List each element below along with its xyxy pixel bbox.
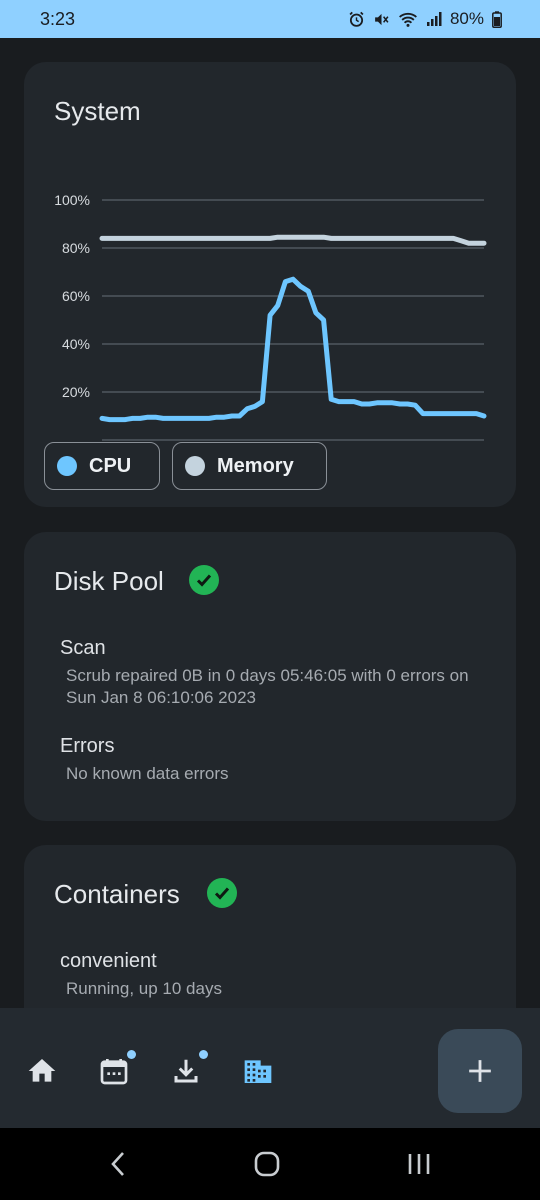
y-tick-label: 20%	[62, 384, 90, 400]
calendar-badge	[127, 1050, 136, 1059]
containers-ok-check-icon	[207, 878, 237, 908]
containers-title: Containers	[54, 879, 180, 909]
nav-calendar-button[interactable]	[94, 1050, 136, 1091]
signal-icon	[426, 12, 442, 26]
bottom-navigation	[0, 1008, 540, 1128]
status-icons: 80%	[348, 9, 502, 29]
system-card: System 100% 80% 60% 40% 20% CPU Memory	[24, 62, 516, 507]
containers-card[interactable]: Containers convenient Running, up 10 day…	[24, 845, 516, 1008]
cpu-series-line	[99, 276, 487, 423]
system-usage-chart: 100% 80% 60% 40% 20%	[54, 192, 487, 441]
download-icon	[174, 1059, 198, 1083]
y-tick-label: 100%	[54, 192, 90, 208]
scan-label: Scan	[60, 637, 106, 659]
y-tick-label: 80%	[62, 240, 90, 256]
system-back-button[interactable]	[98, 1148, 138, 1180]
download-badge	[199, 1050, 208, 1059]
cpu-color-dot	[57, 456, 77, 476]
container-name: convenient	[60, 950, 157, 972]
errors-label: Errors	[60, 735, 115, 757]
wifi-icon	[399, 12, 417, 27]
system-recents-button[interactable]	[399, 1148, 439, 1180]
nav-apps-button[interactable]	[238, 1051, 278, 1091]
status-bar: 3:23 80%	[0, 0, 540, 38]
errors-text: No known data errors	[66, 764, 229, 783]
y-tick-label: 40%	[62, 336, 90, 352]
scan-text: Scrub repaired 0B in 0 days 05:46:05 wit…	[66, 666, 469, 707]
battery-percent: 80%	[449, 9, 484, 28]
home-circle-icon	[254, 1151, 280, 1177]
plus-icon	[469, 1060, 491, 1082]
status-time: 3:23	[40, 8, 76, 29]
disk-pool-card[interactable]: Disk Pool Scan Scrub repaired 0B in 0 da…	[24, 532, 516, 821]
nav-home-button[interactable]	[22, 1051, 62, 1091]
dashboard-content[interactable]: System 100% 80% 60% 40% 20% CPU Memory Disk …	[0, 38, 540, 1008]
system-card-title: System	[54, 96, 141, 126]
apps-icon	[244, 1060, 272, 1083]
mute-icon	[375, 13, 389, 25]
nav-download-button[interactable]	[166, 1050, 208, 1091]
legend-cpu-label: CPU	[89, 454, 132, 477]
alarm-icon	[349, 11, 364, 27]
disk-pool-ok-check-icon	[189, 565, 219, 595]
legend-chip-cpu[interactable]: CPU	[44, 442, 160, 490]
recents-icon	[408, 1154, 430, 1174]
memory-series-line	[99, 234, 487, 246]
memory-color-dot	[185, 456, 205, 476]
y-tick-label: 60%	[62, 288, 90, 304]
container-status: Running, up 10 days	[66, 979, 222, 998]
system-home-button[interactable]	[247, 1148, 287, 1180]
legend-memory-label: Memory	[217, 454, 294, 477]
home-icon	[28, 1059, 56, 1082]
legend-chip-memory[interactable]: Memory	[172, 442, 327, 490]
system-navigation-bar	[0, 1128, 540, 1200]
add-button[interactable]	[438, 1029, 522, 1113]
back-icon	[111, 1152, 124, 1176]
calendar-icon	[100, 1059, 128, 1085]
disk-pool-title: Disk Pool	[54, 566, 164, 596]
battery-charging-icon	[492, 10, 502, 28]
